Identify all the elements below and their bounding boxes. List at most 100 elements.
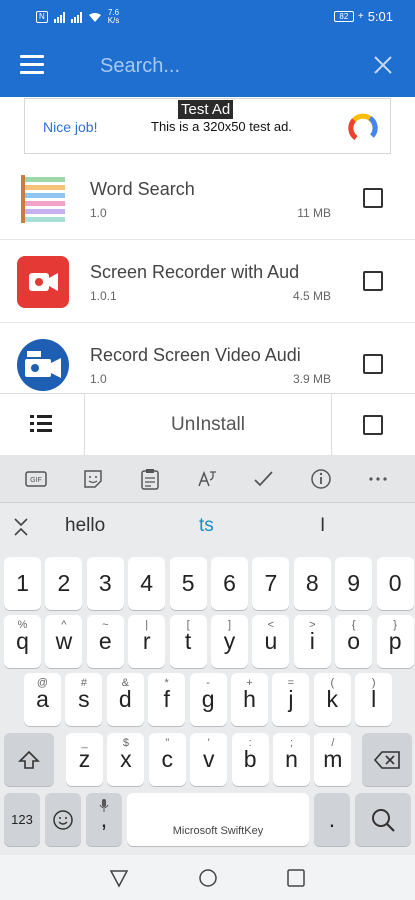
comma-key[interactable]: ,	[86, 793, 122, 846]
key-label: b	[243, 746, 257, 772]
recents-icon[interactable]	[285, 867, 307, 889]
uninstall-button[interactable]: UnInstall	[84, 394, 332, 456]
key-label: .	[328, 806, 336, 832]
back-icon[interactable]	[108, 867, 130, 889]
key-9[interactable]: 9	[335, 557, 373, 610]
clipboard-icon[interactable]	[137, 467, 163, 491]
key-label: 9	[347, 570, 361, 596]
key-6[interactable]: 6	[211, 557, 248, 610]
search-icon	[372, 808, 395, 832]
key-label: c	[161, 746, 174, 772]
key-d[interactable]: & d	[106, 673, 144, 726]
app-screen: N 7.6K/s 82 + 5:01 Nice job! This is a 3…	[0, 0, 415, 900]
key-g[interactable]: -g	[189, 673, 227, 726]
key-b[interactable]: :b	[231, 733, 269, 786]
list-item[interactable]: Screen Recorder with Aud 1.0.1 4.5 MB	[0, 240, 415, 323]
key-o[interactable]: {o	[335, 615, 373, 668]
key-a[interactable]: @ a	[24, 673, 61, 726]
key-4[interactable]: 4	[128, 557, 166, 610]
key-label: k	[326, 686, 339, 712]
shift-key[interactable]	[4, 733, 54, 786]
gif-icon[interactable]: GIF	[23, 467, 49, 491]
key-label: l	[371, 686, 377, 712]
key-secondary-label: :	[248, 737, 252, 749]
key-n[interactable]: ; n	[273, 733, 310, 786]
key-y[interactable]: ] y	[211, 615, 248, 668]
key-secondary-label: "	[165, 737, 170, 749]
collapse-keyboard-icon[interactable]	[12, 517, 30, 537]
key-e[interactable]: ~ e	[86, 615, 124, 668]
key-k[interactable]: (k	[313, 673, 351, 726]
keyboard-toolbar: GIF	[0, 455, 415, 503]
key-0[interactable]: 0	[376, 557, 414, 610]
key-secondary-label: |	[145, 619, 149, 631]
charging-icon: +	[357, 11, 364, 22]
select-checkbox[interactable]	[363, 354, 383, 374]
key-label: s	[78, 686, 90, 712]
app-list: Word Search 1.0 11 MB Screen Recorder wi…	[0, 157, 415, 406]
backspace-key[interactable]	[362, 733, 412, 786]
close-icon[interactable]	[371, 53, 395, 77]
key-label: q	[16, 628, 29, 654]
period-key[interactable]: .	[314, 793, 350, 846]
key-label: w	[55, 628, 73, 654]
tasks-icon[interactable]	[251, 467, 277, 491]
status-badge: N	[36, 11, 48, 23]
select-checkbox[interactable]	[363, 271, 383, 291]
select-all-checkbox[interactable]	[363, 415, 383, 435]
key-f[interactable]: * f	[148, 673, 186, 726]
app-version: 1.0.1	[90, 289, 117, 303]
translate-icon[interactable]	[194, 467, 220, 491]
app-version: 1.0	[90, 372, 107, 386]
key-j[interactable]: = j	[272, 673, 310, 726]
word-search-icon	[17, 173, 69, 225]
key-l[interactable]: ) l	[355, 673, 393, 726]
key-3[interactable]: 3	[86, 557, 124, 610]
select-checkbox[interactable]	[363, 188, 383, 208]
signal-icon	[53, 11, 65, 23]
suggestion-item[interactable]: ts	[199, 515, 214, 537]
key-z[interactable]: _ z	[66, 733, 103, 786]
key-label: v	[202, 746, 215, 772]
search-key[interactable]	[355, 793, 411, 846]
suggestion-item[interactable]: hello	[65, 515, 105, 537]
app-version: 1.0	[90, 206, 107, 220]
key-v[interactable]: ' v	[190, 733, 228, 786]
space-key[interactable]: Microsoft SwiftKey	[127, 793, 309, 846]
app-bar	[0, 33, 415, 97]
key-c[interactable]: " c	[148, 733, 186, 786]
suggestion-item[interactable]: I	[320, 515, 325, 537]
key-8[interactable]: 8	[293, 557, 331, 610]
key-secondary-label: )	[371, 677, 376, 689]
svg-text:GIF: GIF	[30, 477, 42, 484]
key-label: z	[78, 746, 91, 772]
key-u[interactable]: < u	[252, 615, 290, 668]
more-icon[interactable]	[365, 467, 391, 491]
info-icon[interactable]	[308, 467, 334, 491]
key-t[interactable]: [t	[169, 615, 207, 668]
numbers-key[interactable]: 123	[4, 793, 40, 846]
key-q[interactable]: % q	[4, 615, 41, 668]
key-s[interactable]: # s	[65, 673, 103, 726]
key-h[interactable]: + h	[231, 673, 268, 726]
menu-icon[interactable]	[20, 55, 44, 75]
key-secondary-label: ;	[289, 737, 294, 749]
key-5[interactable]: 5	[169, 557, 207, 610]
home-icon[interactable]	[197, 867, 219, 889]
key-7[interactable]: 7	[252, 557, 290, 610]
list-icon[interactable]	[30, 414, 52, 434]
status-right: 82 + 5:01	[333, 9, 393, 24]
sticker-icon[interactable]	[80, 467, 106, 491]
key-x[interactable]: $ x	[107, 733, 145, 786]
key-1[interactable]: 1	[4, 557, 41, 610]
key-p[interactable]: } p	[376, 615, 414, 668]
list-item[interactable]: Word Search 1.0 11 MB	[0, 157, 415, 240]
key-i[interactable]: > i	[293, 615, 331, 668]
key-w[interactable]: ^ w	[45, 615, 83, 668]
search-input[interactable]	[100, 51, 340, 81]
key-m[interactable]: / m	[314, 733, 352, 786]
key-2[interactable]: 2	[45, 557, 83, 610]
key-secondary-label: ~	[102, 619, 109, 631]
emoji-key[interactable]	[45, 793, 81, 846]
key-r[interactable]: | r	[128, 615, 166, 668]
